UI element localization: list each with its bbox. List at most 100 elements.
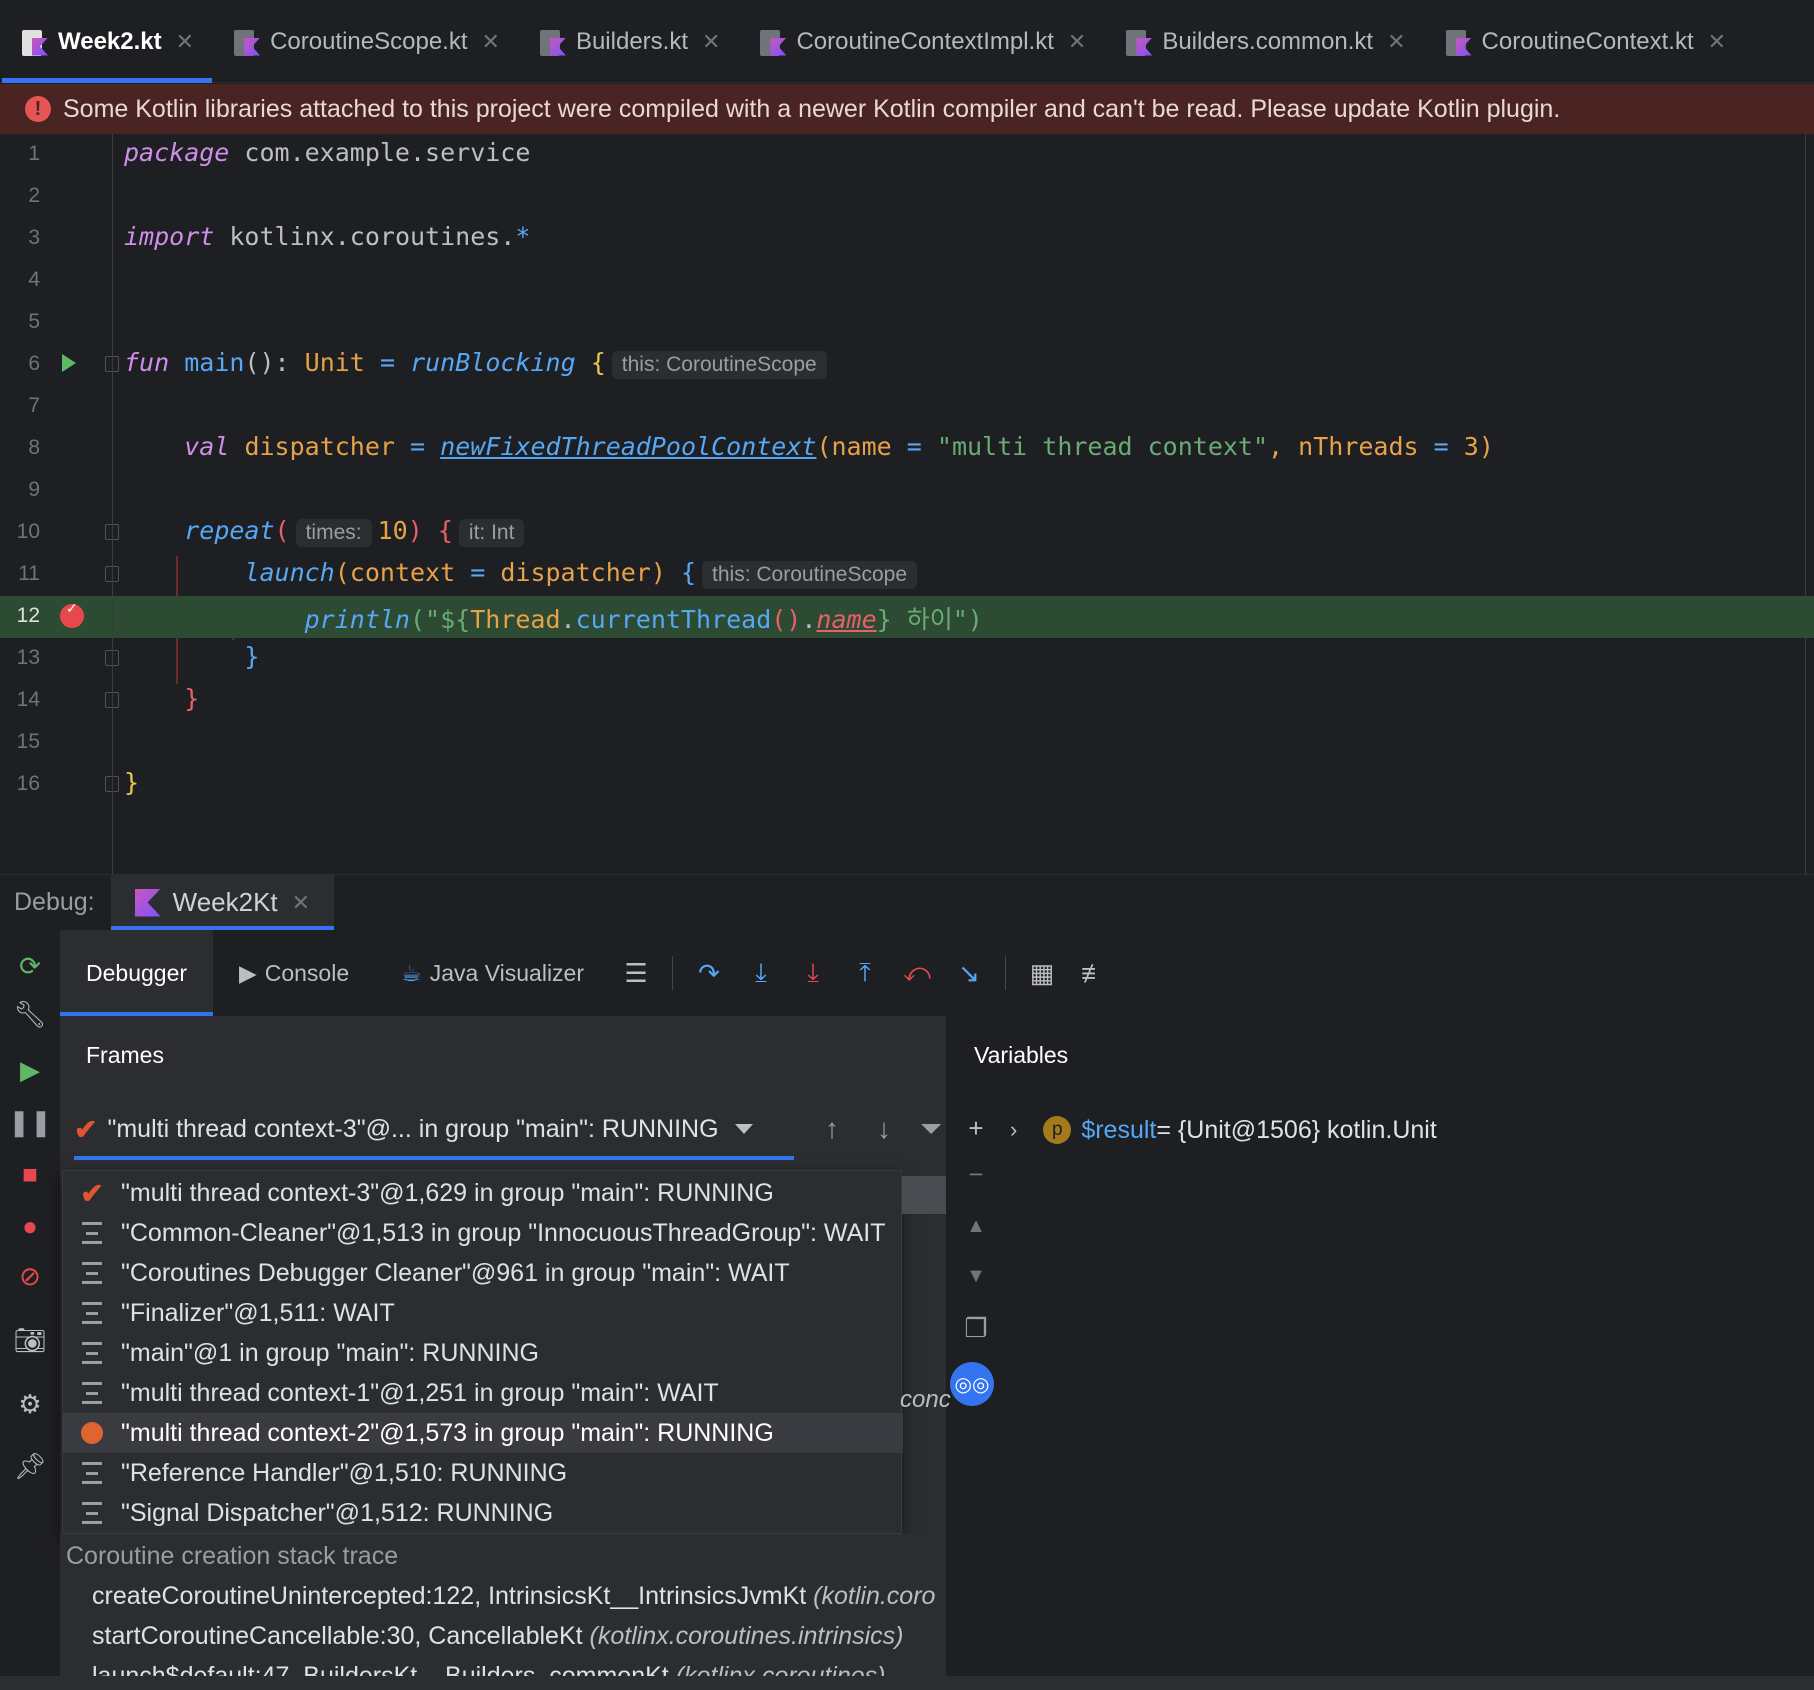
- close-icon[interactable]: ✕: [176, 29, 194, 55]
- tab-coroutinecontext[interactable]: CoroutineContext.kt ✕: [1424, 0, 1745, 83]
- step-out-icon[interactable]: ⤒: [844, 952, 886, 994]
- variable-value: = {Unit@1506} kotlin.Unit: [1156, 1115, 1437, 1144]
- tab-label: Console: [264, 959, 350, 986]
- thread-label: "Coroutines Debugger Cleaner"@961 in gro…: [121, 1258, 790, 1287]
- stack-frame[interactable]: startCoroutineCancellable:30, Cancellabl…: [92, 1622, 904, 1651]
- close-icon[interactable]: ✕: [1068, 29, 1086, 55]
- thread-icon: [63, 1462, 121, 1484]
- stop-icon[interactable]: ■: [14, 1158, 46, 1190]
- tab-console[interactable]: ▶︎ Console: [213, 930, 375, 1016]
- remove-watch-icon[interactable]: −: [956, 1154, 996, 1194]
- code-line: 7: [28, 394, 40, 417]
- kotlin-file-icon: [234, 28, 261, 56]
- thread-item[interactable]: "Reference Handler"@1,510: RUNNING: [63, 1453, 903, 1493]
- stack-frame[interactable]: createCoroutineUnintercepted:122, Intrin…: [92, 1582, 935, 1611]
- coroutine-creation-stack-trace: Coroutine creation stack trace createCor…: [60, 1534, 946, 1690]
- clipped-frame-text: conc: [900, 1386, 951, 1413]
- session-label: Week2Kt: [172, 887, 278, 917]
- thread-selector[interactable]: ✔ "multi thread context-3"@... in group …: [74, 1104, 794, 1160]
- mute-breakpoints-icon[interactable]: ⊘: [14, 1260, 46, 1292]
- debug-session-tab[interactable]: Week2Kt ✕: [110, 874, 335, 931]
- thread-label: "Finalizer"@1,511: WAIT: [121, 1298, 395, 1327]
- kotlin-file-icon: [760, 28, 787, 56]
- arrow-down-icon[interactable]: ↓: [864, 1106, 904, 1152]
- scrollbar[interactable]: [902, 1176, 946, 1214]
- thread-icon: [63, 1302, 121, 1324]
- chevron-right-icon[interactable]: ›: [1010, 1117, 1017, 1143]
- rerun-icon[interactable]: ⟳: [14, 950, 46, 982]
- close-icon[interactable]: ✕: [1708, 29, 1726, 55]
- thread-item[interactable]: ✔ "multi thread context-3"@1,629 in group…: [63, 1173, 903, 1213]
- thread-label: "main"@1 in group "main": RUNNING: [121, 1338, 539, 1367]
- move-up-icon[interactable]: ▲: [956, 1206, 996, 1246]
- pause-icon[interactable]: ❚❚: [8, 1106, 52, 1138]
- visualizer-icon: ☕︎: [401, 959, 422, 986]
- thread-label: "multi thread context-3"@1,629 in group …: [121, 1178, 774, 1207]
- thread-item[interactable]: "Common-Cleaner"@1,513 in group "Innocuo…: [63, 1213, 903, 1253]
- tab-builders-common[interactable]: Builders.common.kt ✕: [1104, 0, 1423, 83]
- wrench-icon[interactable]: 🔧︎: [14, 998, 47, 1030]
- thread-dropdown-list: ✔ "multi thread context-3"@1,629 in group…: [62, 1170, 903, 1534]
- thread-item[interactable]: "Signal Dispatcher"@1,512: RUNNING: [63, 1493, 903, 1533]
- code-line: 1 package com.example.service: [28, 138, 531, 167]
- thread-item[interactable]: "multi thread context-1"@1,251 in group …: [63, 1373, 903, 1413]
- thread-label: "multi thread context-1"@1,251 in group …: [121, 1378, 719, 1407]
- code-line: 10 repeat(times: 10) {it: Int: [0, 512, 1814, 554]
- view-breakpoints-icon[interactable]: ●: [14, 1210, 46, 1242]
- close-icon[interactable]: ✕: [482, 29, 500, 55]
- evaluate-expression-icon[interactable]: ▦: [1021, 952, 1063, 994]
- code-editor[interactable]: 1 package com.example.service 2 3 import k…: [0, 134, 1814, 874]
- code-line: 6 fun main(): Unit = runBlocking {this: C…: [0, 344, 1814, 386]
- drop-frame-icon[interactable]: ⤺: [896, 952, 938, 994]
- bottom-tool-bar: [0, 1676, 1814, 1690]
- thread-item[interactable]: "Finalizer"@1,511: WAIT: [63, 1293, 903, 1333]
- copy-icon[interactable]: ❐: [956, 1308, 996, 1348]
- tab-coroutinescope[interactable]: CoroutineScope.kt ✕: [212, 0, 518, 83]
- camera-icon[interactable]: 📷︎: [14, 1324, 47, 1356]
- chevron-down-icon: [734, 1124, 753, 1134]
- inlay-hint: this: CoroutineScope: [702, 561, 917, 589]
- filter-icon[interactable]: ⏷: [916, 1106, 946, 1152]
- thread-item[interactable]: "main"@1 in group "main": RUNNING: [63, 1333, 903, 1373]
- kotlin-file-icon: [1445, 28, 1472, 56]
- debug-label: Debug:: [14, 888, 95, 916]
- step-over-icon[interactable]: ↷: [688, 952, 730, 994]
- glasses-icon[interactable]: ◎◎: [950, 1362, 994, 1406]
- check-icon: ✔: [74, 1113, 98, 1145]
- move-down-icon[interactable]: ▼: [956, 1256, 996, 1296]
- code-line: 15: [16, 730, 40, 753]
- console-icon: ▶︎: [239, 959, 257, 986]
- menu-icon[interactable]: ☰: [615, 952, 657, 994]
- thread-item[interactable]: "multi thread context-2"@1,573 in group …: [63, 1413, 903, 1453]
- close-icon[interactable]: ✕: [702, 29, 720, 55]
- trace-icon[interactable]: ≢: [1073, 952, 1115, 994]
- add-watch-icon[interactable]: +: [956, 1108, 996, 1148]
- pin-icon[interactable]: 📌︎: [14, 1450, 47, 1482]
- stack-trace-header: Coroutine creation stack trace: [66, 1542, 399, 1570]
- run-to-cursor-icon[interactable]: ↘: [948, 952, 990, 994]
- tab-java-visualizer[interactable]: ☕︎ Java Visualizer: [375, 930, 610, 1016]
- inlay-hint: it: Int: [458, 519, 525, 547]
- resume-icon[interactable]: ▶: [14, 1054, 46, 1086]
- settings-icon[interactable]: ⚙: [14, 1388, 46, 1420]
- warning-text: Some Kotlin libraries attached to this p…: [63, 94, 1561, 123]
- breakpoint-icon[interactable]: [60, 600, 84, 628]
- force-step-into-icon[interactable]: ⤓: [792, 952, 834, 994]
- close-icon[interactable]: ✕: [1387, 29, 1405, 55]
- close-icon[interactable]: ✕: [292, 890, 310, 916]
- thread-label: "Reference Handler"@1,510: RUNNING: [121, 1458, 568, 1487]
- kotlin-plugin-warning-banner: ! Some Kotlin libraries attached to this…: [0, 84, 1814, 134]
- thread-icon: [63, 1262, 121, 1284]
- tab-coroutinecontextimpl[interactable]: CoroutineContextImpl.kt ✕: [738, 0, 1104, 83]
- arrow-up-icon[interactable]: ↑: [812, 1106, 852, 1152]
- breakpoint-icon: [63, 1422, 121, 1444]
- tab-debugger[interactable]: Debugger: [60, 930, 214, 1016]
- tab-week2[interactable]: Week2.kt ✕: [0, 0, 213, 83]
- run-gutter-icon[interactable]: [62, 354, 76, 372]
- code-line: 5: [28, 310, 40, 333]
- thread-item[interactable]: "Coroutines Debugger Cleaner"@961 in gro…: [63, 1253, 903, 1293]
- variable-row[interactable]: › p $result = {Unit@1506} kotlin.Unit: [1010, 1108, 1437, 1152]
- step-into-icon[interactable]: ⤓: [740, 952, 782, 994]
- tab-builders[interactable]: Builders.kt ✕: [518, 0, 738, 83]
- frames-title: Frames: [86, 1042, 164, 1068]
